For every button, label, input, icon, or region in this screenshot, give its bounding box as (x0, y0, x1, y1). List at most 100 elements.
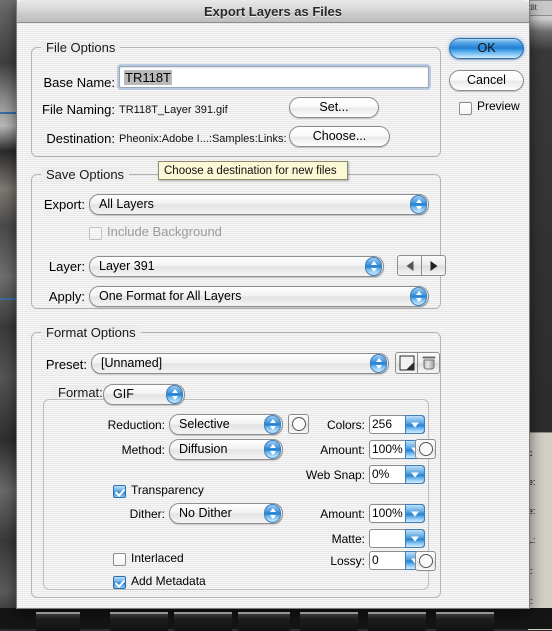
websnap-label: Web Snap: (305, 468, 365, 482)
reduction-select[interactable]: Selective (169, 414, 283, 435)
method-value: Diffusion (179, 442, 228, 456)
apply-value: One Format for All Layers (99, 289, 242, 303)
apply-label: Apply: (48, 289, 85, 304)
chevron-updown-icon (410, 195, 427, 214)
destination-label: Destination: (46, 131, 115, 146)
layer-value: Layer 391 (99, 259, 155, 273)
base-name-label: Base Name: (43, 75, 115, 90)
amount-option-button[interactable] (415, 439, 436, 459)
interlaced-label: Interlaced (131, 551, 184, 565)
destination-value: Pheonix:Adobe I...:Samples:Links: (119, 133, 287, 145)
chevron-down-icon[interactable] (405, 465, 425, 484)
export-label: Export: (43, 197, 85, 212)
chevron-updown-icon (166, 385, 183, 404)
dither-select[interactable]: No Dither (169, 503, 283, 524)
previous-layer-button[interactable] (397, 255, 422, 276)
ok-button[interactable]: OK (449, 38, 524, 59)
destination-tooltip: Choose a destination for new files (158, 161, 348, 180)
preset-value: [Unnamed] (101, 356, 163, 370)
colors-value: 256 (372, 417, 393, 431)
background-dock-item-6 (368, 612, 426, 631)
include-background-checkbox[interactable] (89, 227, 102, 240)
export-select[interactable]: All Layers (89, 194, 429, 215)
interlaced-checkbox[interactable] (113, 553, 126, 566)
set-button[interactable]: Set... (289, 97, 379, 118)
preview-checkbox[interactable] (459, 102, 472, 115)
reduction-label: Reduction: (107, 418, 165, 432)
dialog-titlebar[interactable]: Export Layers as Files (17, 0, 529, 23)
background-left-strip (0, 0, 16, 629)
dither-amount-label: Amount: (320, 507, 365, 521)
preset-label: Preset: (45, 357, 87, 372)
export-value: All Layers (99, 197, 154, 211)
save-preset-button[interactable] (395, 352, 418, 374)
background-dock-item-3 (174, 612, 232, 631)
add-metadata-checkbox[interactable] (113, 576, 126, 589)
file-naming-value: TR118T_Layer 391.gif (119, 104, 228, 116)
chevron-down-icon[interactable] (405, 504, 425, 523)
websnap-value: 0% (372, 467, 390, 481)
format-label: Format: (53, 386, 108, 399)
cancel-button[interactable]: Cancel (449, 70, 524, 91)
lossy-value: 0 (372, 553, 379, 567)
background-left-accent-2 (0, 298, 16, 300)
chevron-updown-icon (370, 354, 387, 373)
choose-button[interactable]: Choose... (289, 126, 390, 147)
background-dock-item-1 (36, 612, 80, 631)
colors-combo[interactable]: 256 (369, 415, 425, 434)
delete-preset-button[interactable] (417, 352, 440, 374)
background-dock-item-7 (436, 612, 494, 631)
file-naming-label: File Naming: (42, 102, 115, 117)
chevron-updown-icon (264, 504, 281, 523)
next-layer-button[interactable] (421, 255, 446, 276)
file-options-group-title: File Options (41, 41, 121, 54)
circle-option-icon (291, 417, 306, 431)
base-name-value: TR118T (124, 70, 172, 85)
triangle-left-icon (406, 260, 413, 271)
preview-label: Preview (477, 99, 520, 113)
chevron-updown-icon (264, 415, 281, 434)
method-label: Method: (121, 443, 165, 457)
background-dock-item-5 (300, 612, 358, 631)
background-dock-item-4 (238, 612, 290, 631)
trash-icon (422, 356, 435, 370)
reduction-option-button[interactable] (288, 414, 309, 434)
save-options-group-title: Save Options (41, 168, 130, 181)
dither-amount-value: 100% (372, 506, 403, 520)
add-metadata-label: Add Metadata (131, 574, 206, 588)
amount-value: 100% (372, 442, 403, 456)
export-layers-dialog: Export Layers as Files OK Cancel Preview… (16, 0, 530, 609)
screen: c e: e: L: t: t: Edit Export Layers as F… (0, 0, 552, 631)
lossy-label: Lossy: (330, 554, 365, 568)
circle-option-icon (418, 442, 433, 456)
triangle-right-icon (430, 260, 437, 271)
save-preset-icon (399, 355, 414, 371)
dither-value: No Dither (179, 506, 232, 520)
websnap-combo[interactable]: 0% (369, 465, 425, 484)
chevron-down-icon[interactable] (405, 529, 425, 548)
dither-amount-combo[interactable]: 100% (369, 504, 425, 523)
apply-select[interactable]: One Format for All Layers (89, 286, 429, 307)
amount-label: Amount: (320, 443, 365, 457)
matte-combo[interactable] (369, 529, 425, 548)
reduction-value: Selective (179, 417, 230, 431)
matte-label: Matte: (331, 532, 365, 546)
method-select[interactable]: Diffusion (169, 439, 283, 460)
colors-label: Colors: (326, 418, 365, 432)
layer-label: Layer: (48, 259, 85, 274)
background-dock-item-2 (110, 612, 168, 631)
circle-option-icon (418, 554, 433, 568)
format-options-group-title: Format Options (41, 326, 141, 339)
chevron-down-icon[interactable] (405, 415, 425, 434)
chevron-updown-icon (410, 287, 427, 306)
lossy-option-button[interactable] (415, 551, 436, 571)
format-value: GIF (113, 387, 134, 401)
layer-select[interactable]: Layer 391 (89, 256, 384, 277)
background-left-accent-1 (0, 112, 16, 114)
transparency-label: Transparency (131, 483, 204, 497)
transparency-checkbox[interactable] (113, 485, 126, 498)
format-select[interactable]: GIF (103, 384, 185, 405)
base-name-input[interactable]: TR118T (119, 66, 429, 88)
dialog-title: Export Layers as Files (203, 4, 342, 19)
preset-select[interactable]: [Unnamed] (91, 353, 389, 374)
